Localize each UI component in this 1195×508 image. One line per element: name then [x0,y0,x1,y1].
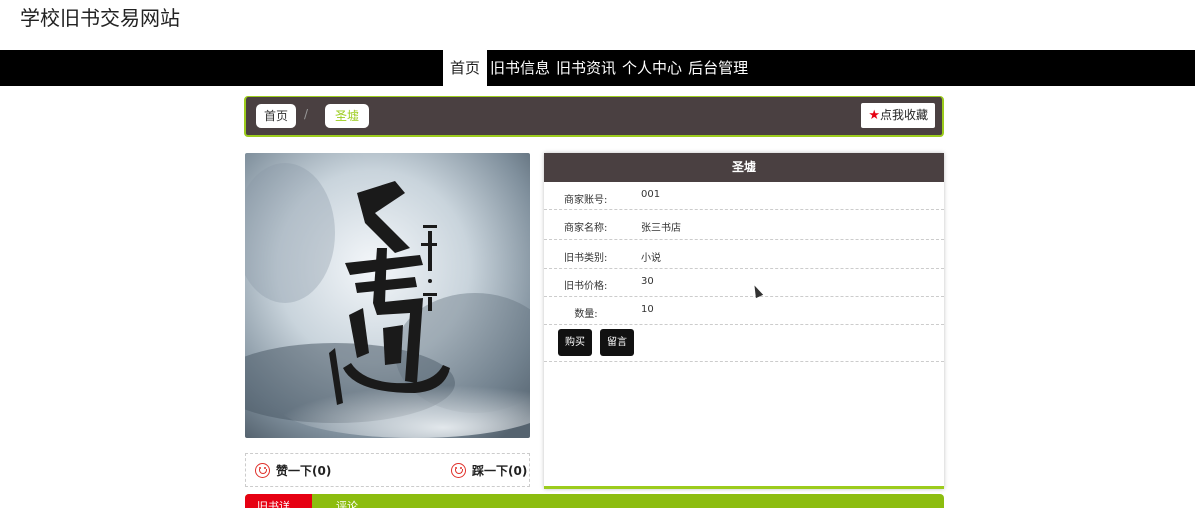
field-value: 10 [641,304,654,315]
tab-book-detail[interactable]: 旧书详情 [245,494,312,508]
dislike-button[interactable]: 踩一下(0) [451,462,527,479]
field-label: 数量: [574,309,598,320]
field-label: 旧书类别: [564,253,608,264]
favorite-label: 点我收藏 [879,108,928,122]
site-title: 学校旧书交易网站 [20,6,180,30]
tab-comments[interactable]: 评论 [324,494,370,508]
breadcrumb-home[interactable]: 首页 [256,104,297,128]
field-value: 张三书店 [641,223,681,234]
vote-bar: 赞一下(0) 踩一下(0) [245,453,530,487]
nav-item-book-info[interactable]: 旧书信息 [487,50,553,86]
detail-row-merchant-account: 商家账号: 001 [544,182,944,210]
smile-icon [451,463,466,478]
book-detail-panel: 圣墟 商家账号: 001 商家名称: 张三书店 旧书类别: 小说 旧书价格: 3… [544,153,944,489]
top-navbar: 首页 旧书信息 旧书资讯 个人中心 后台管理 [0,50,1195,86]
field-label: 旧书价格: [564,281,608,292]
nav-item-personal-center[interactable]: 个人中心 [619,50,685,86]
like-button[interactable]: 赞一下(0) [255,462,331,479]
detail-row-price: 旧书价格: 30 [544,269,944,297]
field-label: 商家账号: [564,195,608,206]
like-label: 赞一下(0) [276,464,332,478]
field-label: 商家名称: [564,223,608,234]
field-value: 001 [641,189,661,200]
star-icon: ★ [868,108,880,123]
nav-menu: 首页 旧书信息 旧书资讯 个人中心 后台管理 [443,50,751,86]
nav-item-book-news[interactable]: 旧书资讯 [553,50,619,86]
breadcrumb-separator: / [304,107,309,121]
detail-row-category: 旧书类别: 小说 [544,240,944,269]
message-button[interactable]: 留言 [600,329,634,356]
field-value: 小说 [641,253,661,264]
nav-item-home[interactable]: 首页 [443,50,488,86]
detail-tabs: 旧书详情 评论 [245,494,944,508]
buy-button[interactable]: 购买 [558,329,592,356]
detail-row-quantity: 数量: 10 [544,297,944,325]
favorite-button[interactable]: ★点我收藏 [861,103,935,128]
smile-icon [255,463,270,478]
book-cover-art [245,153,530,438]
breadcrumb-current: 圣墟 [325,104,370,128]
detail-actions: 购买 留言 [544,325,944,362]
detail-title: 圣墟 [544,153,944,182]
dislike-label: 踩一下(0) [472,464,528,478]
field-value: 30 [641,276,654,287]
breadcrumb-bar: 首页 / 圣墟 ★点我收藏 [244,96,944,137]
detail-row-merchant-name: 商家名称: 张三书店 [544,210,944,240]
book-cover-image [245,153,530,438]
nav-item-admin[interactable]: 后台管理 [685,50,751,86]
